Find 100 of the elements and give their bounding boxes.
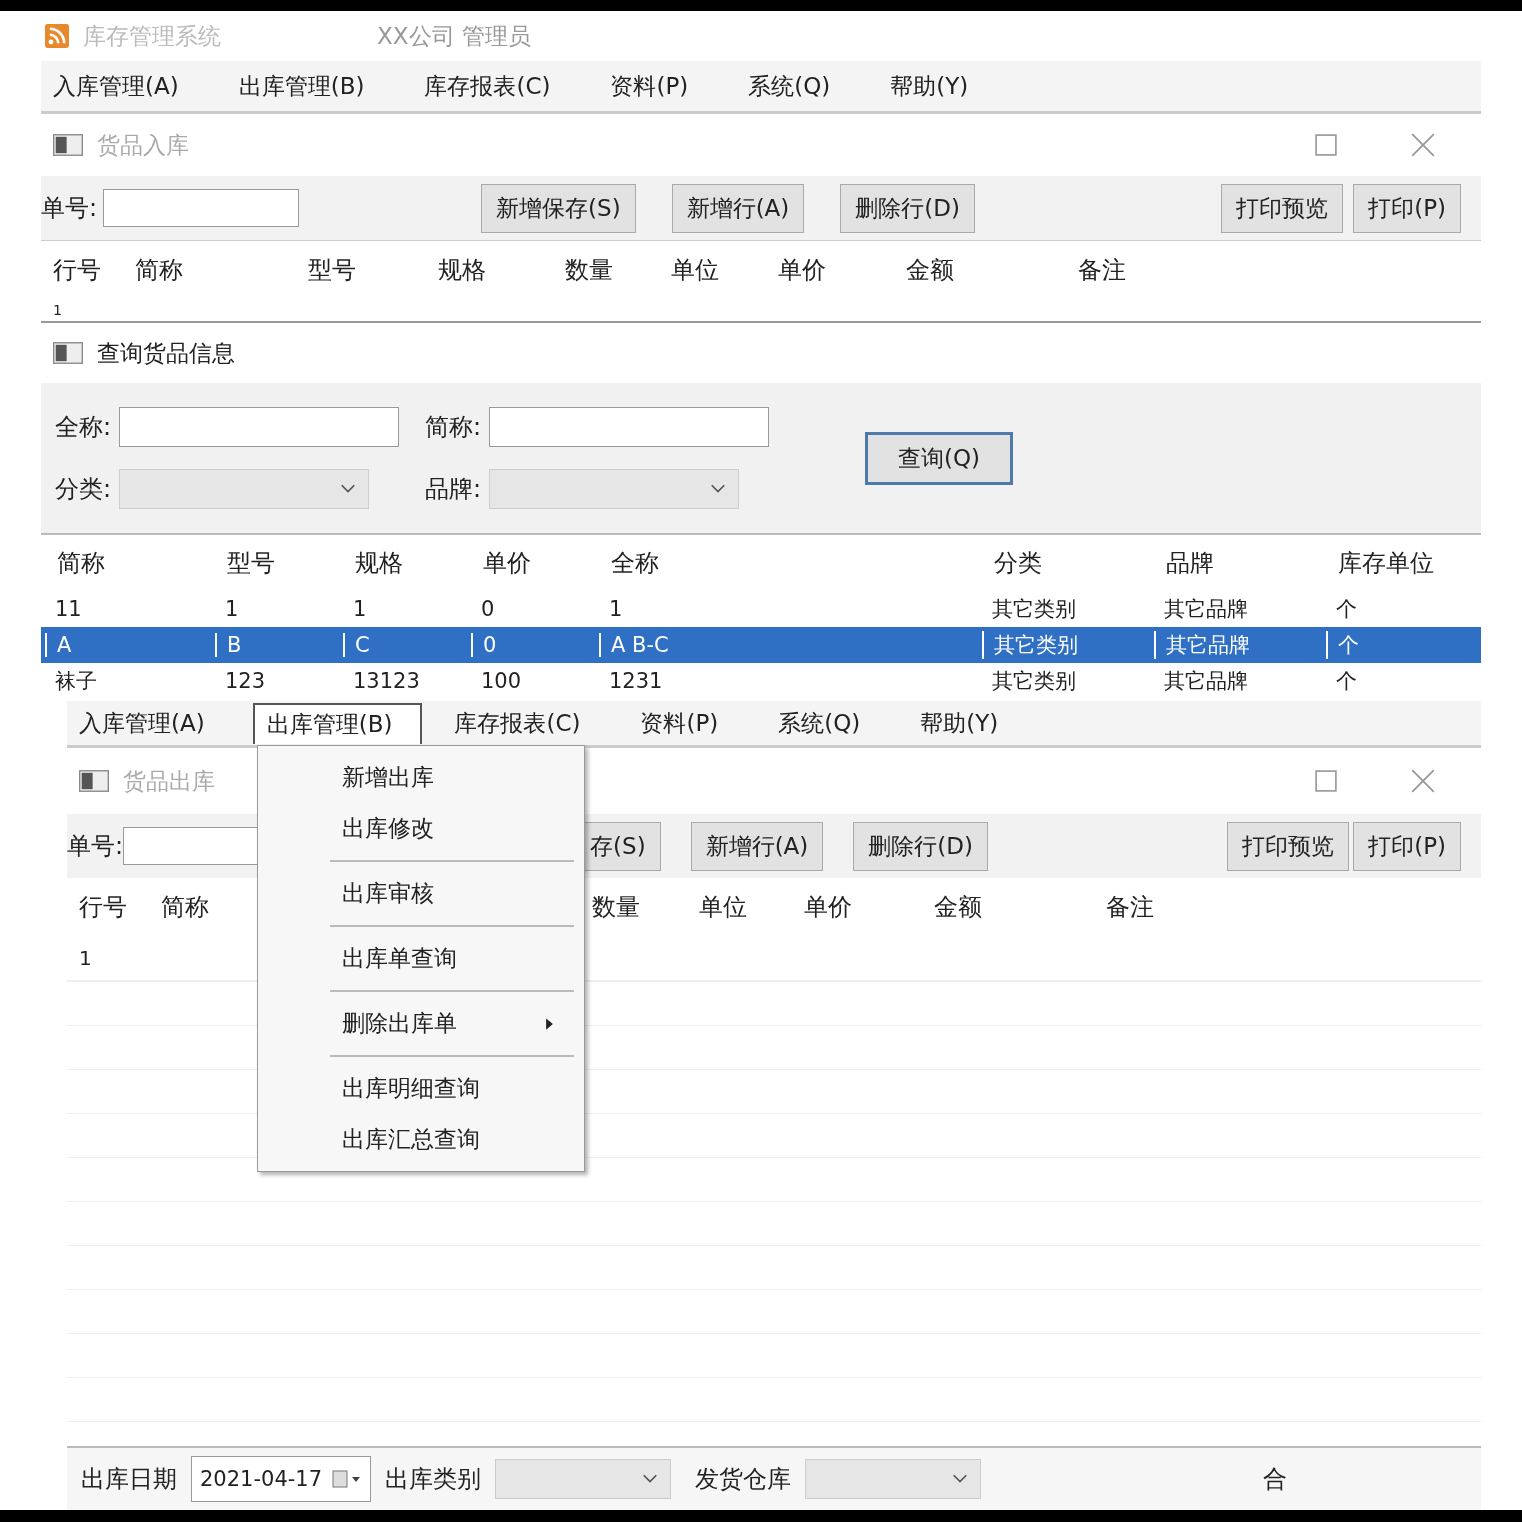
menu-item[interactable]: 库存报表(C) [442,703,609,743]
toolbar-button[interactable]: 打印预览 [1221,183,1344,233]
calendar-icon [332,1469,363,1489]
table-cell-text: 1 [352,597,368,621]
field-label: 品牌: [425,474,482,505]
date-field[interactable]: 2021-04-17 [191,1456,372,1502]
menu-item[interactable]: 帮助(Y) [908,703,1027,743]
dropdown-field[interactable] [119,469,370,509]
close-icon[interactable] [1411,769,1435,793]
column-header: 备注 [1105,892,1155,923]
order-number-label: 单号: [41,193,98,224]
text-field[interactable] [119,407,400,447]
field-label: 全称: [55,412,112,443]
table-cell-text: 其它品牌 [1163,596,1249,623]
toolbar-button[interactable]: 打印(P) [1353,821,1461,871]
chevron-down-icon [710,484,727,494]
menu-option[interactable]: 出库单查询 [258,933,584,984]
window-title: 查询货品信息 [97,338,235,368]
column-header: 行号 [78,892,128,923]
column-header: 分类 [993,548,1043,579]
table-cell-text: 其它类别 [991,596,1077,623]
column-header: 型号 [307,255,357,286]
table-cell-text: 1 [224,597,240,621]
table-cell-text: 个 [1335,668,1358,695]
toolbar-button[interactable]: 新增行(A) [690,821,824,871]
dropdown-field[interactable] [489,469,740,509]
total-label: 合 [1263,1464,1287,1495]
table-cell: 个 [1326,631,1476,659]
menu-item[interactable]: 系统(Q) [766,703,889,743]
menu-item[interactable]: 入库管理(A) [67,703,233,743]
maximize-icon[interactable] [1315,770,1337,792]
column-header: 简称 [56,548,106,579]
app-icon [45,24,69,48]
table-cell: A B-C [599,633,982,657]
table-cell: 其它类别 [982,631,1154,659]
table-cell-text: 100 [480,669,523,693]
toolbar-button[interactable]: 打印(P) [1353,183,1461,233]
column-header: 数量 [564,255,614,286]
table-cell-text: 1 [52,302,63,318]
table-row[interactable]: A B C 0 A B-C 其它类别 其它品牌 个 [41,627,1481,663]
toolbar-button[interactable]: 删除行(D) [853,821,988,871]
order-number-label: 单号: [67,831,124,862]
chevron-down-icon [642,1474,659,1484]
close-icon[interactable] [1411,133,1435,157]
column-header: 单价 [803,892,853,923]
table-cell-text: 0 [480,597,496,621]
table-cell-text: 1231 [608,669,664,693]
toolbar-button[interactable]: 新增保存(S) [481,183,636,233]
dropdown-field[interactable] [805,1459,982,1499]
column-header: 型号 [226,548,276,579]
table-cell-text: 个 [1335,596,1358,623]
menu-item[interactable]: 出库管理(B) [226,66,393,106]
menu-option[interactable]: 出库审核 [258,868,584,919]
toolbar-button[interactable]: 打印预览 [1227,821,1350,871]
table-cell-text: 其它品牌 [1163,668,1249,695]
menu-option[interactable]: 出库汇总查询 [258,1114,584,1165]
query-button[interactable]: 查询(Q) [865,431,1014,485]
window-title: 货品出库 [123,766,215,796]
menu-option[interactable]: 出库明细查询 [258,1063,584,1114]
date-label: 出库日期 [81,1464,177,1495]
chevron-down-icon [340,484,357,494]
menu-item[interactable]: 系统(Q) [736,66,859,106]
column-header: 单位 [670,255,720,286]
column-header: 规格 [437,255,487,286]
warehouse-label: 发货仓库 [695,1464,792,1495]
menu-option[interactable]: 新增出库 [258,752,584,803]
type-label: 出库类别 [385,1464,482,1495]
column-header: 全称 [610,548,660,579]
menu-item[interactable]: 库存报表(C) [412,66,579,106]
toolbar-button[interactable]: 删除行(D) [840,183,975,233]
menu-option[interactable]: 删除出库单 [258,998,584,1049]
table-row[interactable]: 袜子 123 13123 100 1231 其它类别 其它品牌 个 [41,663,1481,699]
menu-item[interactable]: 资料(P) [598,66,717,106]
column-header: 备注 [1077,255,1127,286]
table-cell-text: 11 [54,597,83,621]
column-header: 简称 [134,255,184,286]
window-title: 货品入库 [97,130,189,160]
table-cell-text: 123 [224,669,267,693]
menu-item[interactable]: 资料(P) [628,703,747,743]
app-title: 库存管理系统 [83,21,222,51]
user-label: XX公司 管理员 [377,21,531,51]
menu-item[interactable]: 入库管理(A) [41,66,207,106]
column-header: 数量 [591,892,641,923]
column-header: 单位 [698,892,748,923]
column-header: 金额 [905,255,955,286]
window-icon [53,342,83,364]
column-header: 单价 [777,255,827,286]
order-number-field[interactable] [103,189,300,227]
window-icon [53,134,83,156]
table-cell: A [45,633,215,657]
maximize-icon[interactable] [1315,134,1337,156]
field-label: 简称: [425,412,482,443]
menu-item[interactable]: 帮助(Y) [878,66,997,106]
table-cell: B [215,633,343,657]
dropdown-field[interactable] [495,1459,672,1499]
table-row[interactable]: 11 1 1 0 1 其它类别 其它品牌 个 [41,591,1481,627]
column-header: 品牌 [1165,548,1215,579]
toolbar-button[interactable]: 新增行(A) [671,183,805,233]
text-field[interactable] [489,407,770,447]
menu-item[interactable]: 出库管理(B) [252,702,423,744]
